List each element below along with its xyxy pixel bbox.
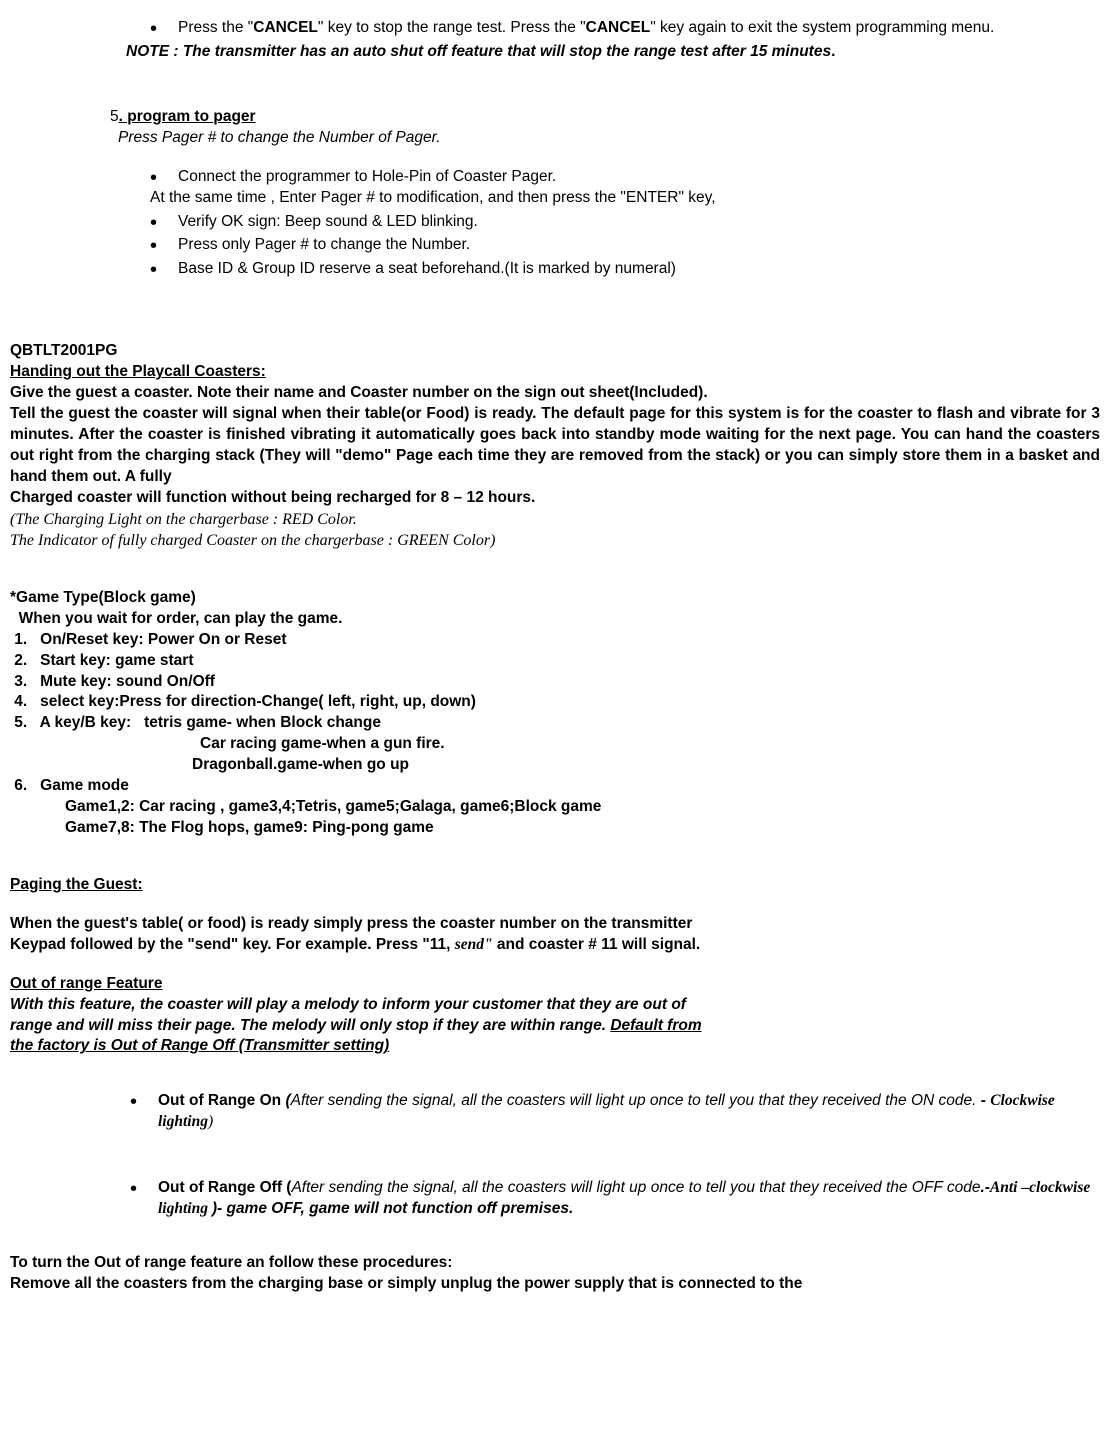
model-number: QBTLT2001PG (10, 341, 1100, 362)
handing-p3: Charged coaster will function without be… (10, 488, 1100, 509)
oor-bullet-on: Out of Range On (After sending the signa… (130, 1091, 1100, 1133)
handing-p1: Give the guest a coaster. Note their nam… (10, 383, 1100, 404)
game-1: 1. On/Reset key: Power On or Reset (10, 630, 1100, 651)
turn-p1: To turn the Out of range feature an foll… (10, 1253, 1100, 1274)
charging-note-1: (The Charging Light on the chargerbase :… (10, 509, 1100, 531)
turn-p2: Remove all the coasters from the chargin… (10, 1274, 1100, 1295)
game-4: 4. select key:Press for direction-Change… (10, 692, 1100, 713)
s5-bullet-3: Press only Pager # to change the Number. (150, 235, 1100, 256)
s5-bullet-2: Verify OK sign: Beep sound & LED blinkin… (150, 212, 1100, 233)
text: Keypad followed by the "send" key. For e… (10, 936, 455, 953)
cancel-bullet: Press the "CANCEL" key to stop the range… (150, 18, 1100, 39)
text: range and will miss their page. The melo… (10, 1017, 610, 1034)
text-underline: Default from (610, 1017, 701, 1034)
text: " key again to exit the system programmi… (650, 19, 994, 36)
desc: After sending the signal, all the coaste… (291, 1092, 981, 1109)
tail: )- game OFF, game will not function off … (212, 1200, 573, 1217)
game-6: 6. Game mode (10, 776, 1100, 797)
text: and coaster # 11 will signal. (493, 936, 701, 953)
cancel-key-1: CANCEL (253, 19, 318, 36)
text: Press the " (178, 19, 253, 36)
label: Out of Range On (158, 1092, 285, 1109)
text: " key to stop the range test. Press the … (318, 19, 586, 36)
game-title: *Game Type(Block game) (10, 588, 1100, 609)
handing-p2: Tell the guest the coaster will signal w… (10, 404, 1100, 488)
oor-bullet-off: Out of Range Off (After sending the sign… (130, 1178, 1100, 1220)
text: Base ID & Group ID reserve a seat before… (178, 260, 676, 277)
section-title: . program to pager (119, 108, 256, 125)
text: Press only Pager # to change the Number. (178, 236, 470, 253)
paging-p2: Keypad followed by the "send" key. For e… (10, 935, 1100, 956)
auto-shutoff-note: NOTE : The transmitter has an auto shut … (10, 42, 1100, 63)
desc: After sending the signal, all the coaste… (291, 1179, 980, 1196)
dash: - (981, 1092, 990, 1109)
text-cont: At the same time , Enter Pager # to modi… (150, 189, 716, 206)
section-number: 5 (110, 108, 119, 125)
oor-bullets: Out of Range On (After sending the signa… (10, 1091, 1100, 1133)
dash: .- (980, 1179, 989, 1196)
oor-p3: the factory is Out of Range Off (Transmi… (10, 1036, 1100, 1057)
section-5-bullets: Connect the programmer to Hole-Pin of Co… (10, 167, 1100, 281)
game-5b: Car racing game-when a gun fire. (10, 734, 1100, 755)
section-5-heading: 5. program to pager (10, 107, 1100, 128)
s5-bullet-4: Base ID & Group ID reserve a seat before… (150, 259, 1100, 280)
oor-p2: range and will miss their page. The melo… (10, 1016, 1100, 1037)
section-5-subtitle: Press Pager # to change the Number of Pa… (10, 128, 1100, 149)
oor-bullets-2: Out of Range Off (After sending the sign… (10, 1178, 1100, 1220)
send-word: send" (455, 936, 493, 953)
note-text: NOTE : The transmitter has an auto shut … (126, 43, 831, 60)
close-paren: ) (208, 1113, 213, 1130)
handing-title: Handing out the Playcall Coasters: (10, 362, 1100, 383)
paging-title: Paging the Guest: (10, 875, 1100, 896)
charging-note-2: The Indicator of fully charged Coaster o… (10, 530, 1100, 552)
period: . (831, 43, 835, 60)
cancel-key-2: CANCEL (586, 19, 651, 36)
cancel-instruction-list: Press the "CANCEL" key to stop the range… (10, 18, 1100, 39)
game-6c: Game7,8: The Flog hops, game9: Ping-pong… (10, 818, 1100, 839)
label: Out of Range Off ( (158, 1179, 291, 1196)
paging-p1: When the guest's table( or food) is read… (10, 914, 1100, 935)
text: Verify OK sign: Beep sound & LED blinkin… (178, 213, 478, 230)
text: Connect the programmer to Hole-Pin of Co… (178, 168, 556, 185)
oor-title: Out of range Feature (10, 974, 1100, 995)
s5-bullet-1: Connect the programmer to Hole-Pin of Co… (150, 167, 1100, 209)
game-6b: Game1,2: Car racing , game3,4;Tetris, ga… (10, 797, 1100, 818)
game-3: 3. Mute key: sound On/Off (10, 672, 1100, 693)
game-2: 2. Start key: game start (10, 651, 1100, 672)
oor-p1: With this feature, the coaster will play… (10, 995, 1100, 1016)
game-5c: Dragonball.game-when go up (10, 755, 1100, 776)
game-intro: When you wait for order, can play the ga… (10, 609, 1100, 630)
game-5: 5. A key/B key: tetris game- when Block … (10, 713, 1100, 734)
